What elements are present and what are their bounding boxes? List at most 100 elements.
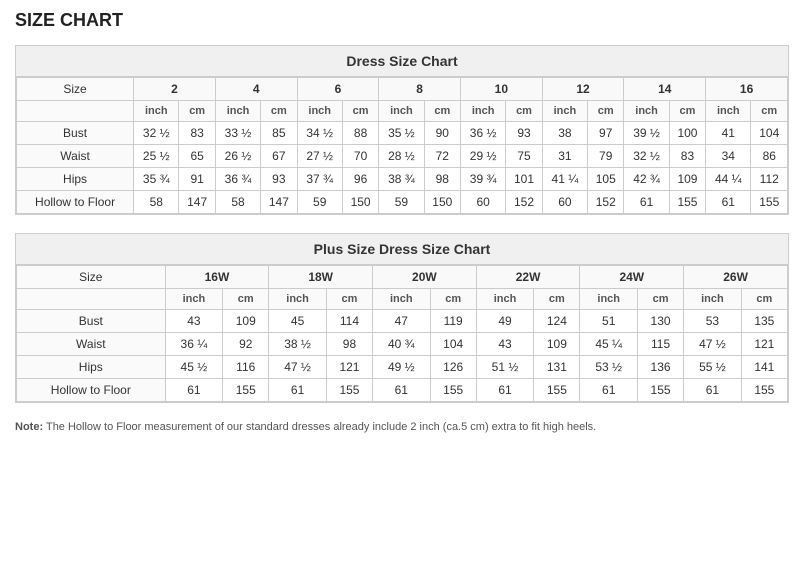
cell-value: 91 [179, 168, 215, 191]
cell-value: 75 [506, 145, 542, 168]
dress-chart-title: Dress Size Chart [16, 46, 788, 77]
cell-value: 60 [542, 191, 587, 214]
row-label: Bust [17, 122, 134, 145]
unit-label: cm [430, 289, 476, 310]
cell-value: 121 [741, 333, 787, 356]
cell-value: 104 [430, 333, 476, 356]
cell-value: 29 ½ [460, 145, 505, 168]
cell-value: 101 [506, 168, 542, 191]
unit-label: cm [534, 289, 580, 310]
cell-value: 88 [342, 122, 378, 145]
cell-value: 150 [424, 191, 460, 214]
cell-value: 39 ½ [624, 122, 669, 145]
row-label: Bust [17, 310, 166, 333]
page-title: SIZE CHART [15, 10, 789, 31]
table-row: Hollow to Floor5814758147591505915060152… [17, 191, 788, 214]
unit-label: inch [165, 289, 223, 310]
cell-value: 97 [588, 122, 624, 145]
cell-value: 61 [684, 379, 742, 402]
cell-value: 109 [534, 333, 580, 356]
unit-label: cm [588, 101, 624, 122]
size-header: 10 [460, 78, 542, 101]
cell-value: 152 [588, 191, 624, 214]
cell-value: 43 [165, 310, 223, 333]
table-row: Waist36 ¼9238 ½9840 ¾1044310945 ¼11547 ½… [17, 333, 788, 356]
cell-value: 26 ½ [215, 145, 260, 168]
cell-value: 90 [424, 122, 460, 145]
cell-value: 93 [261, 168, 297, 191]
cell-value: 100 [669, 122, 705, 145]
cell-value: 98 [424, 168, 460, 191]
cell-value: 47 [373, 310, 431, 333]
unit-label: cm [669, 101, 705, 122]
row-label: Hollow to Floor [17, 379, 166, 402]
unit-label: inch [297, 101, 342, 122]
cell-value: 51 [580, 310, 638, 333]
cell-value: 72 [424, 145, 460, 168]
unit-label: cm [342, 101, 378, 122]
table-row: Bust32 ½8333 ½8534 ½8835 ½9036 ½93389739… [17, 122, 788, 145]
unit-label: inch [379, 101, 424, 122]
cell-value: 38 [542, 122, 587, 145]
unit-label: inch [706, 101, 751, 122]
cell-value: 25 ½ [134, 145, 179, 168]
plus-table: Size 16W18W20W22W24W26W inchcminchcminch… [16, 265, 788, 402]
cell-value: 39 ¾ [460, 168, 505, 191]
cell-value: 150 [342, 191, 378, 214]
cell-value: 155 [751, 191, 788, 214]
cell-value: 155 [223, 379, 269, 402]
size-header: 2 [134, 78, 216, 101]
cell-value: 130 [637, 310, 683, 333]
cell-value: 152 [506, 191, 542, 214]
cell-value: 61 [580, 379, 638, 402]
size-header: 14 [624, 78, 706, 101]
cell-value: 41 [706, 122, 751, 145]
row-label: Hips [17, 168, 134, 191]
cell-value: 45 [269, 310, 327, 333]
cell-value: 38 ½ [269, 333, 327, 356]
cell-value: 131 [534, 356, 580, 379]
cell-value: 61 [476, 379, 534, 402]
cell-value: 141 [741, 356, 787, 379]
size-header: 4 [215, 78, 297, 101]
table-row: Waist25 ½6526 ½6727 ½7028 ½7229 ½7531793… [17, 145, 788, 168]
cell-value: 104 [751, 122, 788, 145]
cell-value: 67 [261, 145, 297, 168]
note: Note: The Hollow to Floor measurement of… [15, 421, 789, 433]
size-header: 22W [476, 266, 580, 289]
cell-value: 47 ½ [269, 356, 327, 379]
cell-value: 59 [297, 191, 342, 214]
unit-label: cm [179, 101, 215, 122]
cell-value: 112 [751, 168, 788, 191]
cell-value: 44 ¼ [706, 168, 751, 191]
cell-value: 124 [534, 310, 580, 333]
cell-value: 105 [588, 168, 624, 191]
row-label: Hollow to Floor [17, 191, 134, 214]
table-row: Hips35 ¾9136 ¾9337 ¾9638 ¾9839 ¾10141 ¼1… [17, 168, 788, 191]
cell-value: 53 [684, 310, 742, 333]
unit-label: cm [637, 289, 683, 310]
row-label: Waist [17, 333, 166, 356]
unit-label: cm [751, 101, 788, 122]
unit-label: cm [326, 289, 372, 310]
unit-label: inch [476, 289, 534, 310]
unit-label: cm [223, 289, 269, 310]
cell-value: 155 [534, 379, 580, 402]
cell-value: 47 ½ [684, 333, 742, 356]
cell-value: 28 ½ [379, 145, 424, 168]
cell-value: 61 [706, 191, 751, 214]
unit-label: cm [261, 101, 297, 122]
cell-value: 96 [342, 168, 378, 191]
plus-size-chart: Plus Size Dress Size Chart Size 16W18W20… [15, 233, 789, 403]
cell-value: 61 [624, 191, 669, 214]
cell-value: 155 [669, 191, 705, 214]
cell-value: 147 [261, 191, 297, 214]
cell-value: 45 ½ [165, 356, 223, 379]
cell-value: 36 ½ [460, 122, 505, 145]
cell-value: 43 [476, 333, 534, 356]
unit-label: cm [506, 101, 542, 122]
cell-value: 93 [506, 122, 542, 145]
unit-label: inch [684, 289, 742, 310]
cell-value: 34 ½ [297, 122, 342, 145]
unit-label: inch [580, 289, 638, 310]
